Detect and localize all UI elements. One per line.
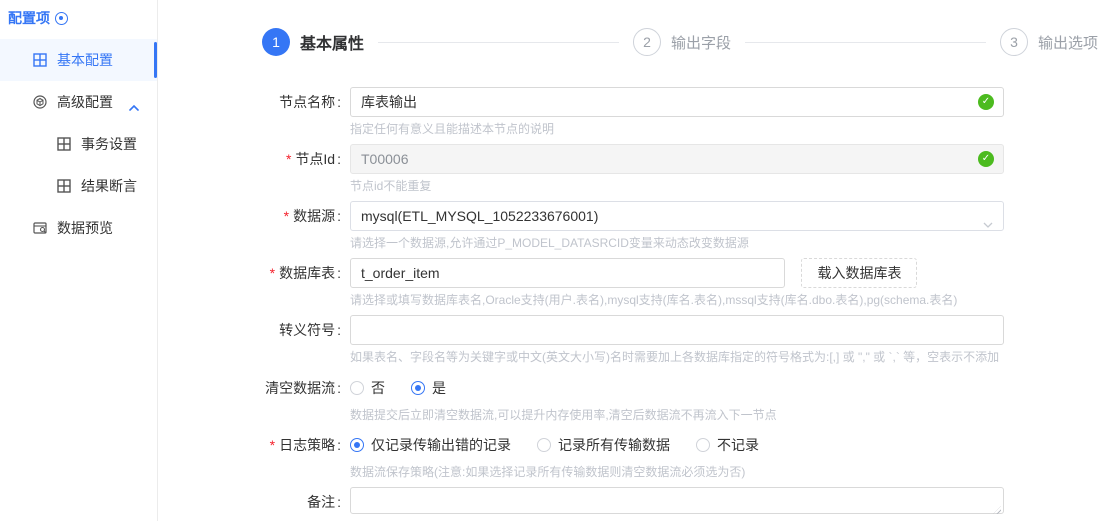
log-policy-help: 数据流保存策略(注意:如果选择记录所有传输数据则清空数据流必须选为否) [350, 465, 746, 479]
valid-check-icon: ✓ [978, 151, 994, 167]
clear-stream-radio-group: 否 是 [350, 373, 1098, 403]
sidebar-item-label: 数据预览 [57, 220, 113, 236]
node-config-form: 节点名称 ✓ 指定任何有意义且能描述本节点的说明 节点Id ✓ 节点id不能重复 [158, 87, 1098, 519]
node-name-label: 节点名称 [158, 87, 350, 137]
form-row-datasource: 数据源 mysql(ETL_MYSQL_1052233676001) 请选择一个… [158, 201, 1098, 251]
sidebar-item-label: 基本配置 [57, 52, 113, 68]
clear-stream-label: 清空数据流 [158, 373, 350, 423]
radio-icon [350, 381, 364, 395]
step-connector [745, 41, 986, 43]
step-connector [378, 41, 619, 43]
sidebar-item-result-assertion[interactable]: 结果断言 [0, 165, 157, 207]
valid-check-icon: ✓ [978, 94, 994, 110]
node-id-input [350, 144, 1004, 174]
form-row-remark: 备注 [158, 487, 1098, 519]
db-table-help: 请选择或填写数据库表名,Oracle支持(用户.表名),mysql支持(库名.表… [350, 293, 958, 307]
radio-icon [696, 438, 710, 452]
node-id-label: 节点Id [158, 144, 350, 194]
form-row-escape-symbol: 转义符号 如果表名、字段名等为关键字或中文(英文大小写)名时需要加上各数据库指定… [158, 315, 1098, 365]
node-id-help: 节点id不能重复 [350, 179, 432, 193]
config-sidebar: 配置项 基本配置 高级配置 事务设置 结果断言 数据预览 [0, 0, 158, 521]
remark-label: 备注 [158, 487, 350, 519]
sidebar-item-advanced-config[interactable]: 高级配置 [0, 81, 157, 123]
form-row-db-table: 数据库表 载入数据库表 请选择或填写数据库表名,Oracle支持(用户.表名),… [158, 258, 1098, 308]
sidebar-item-label: 事务设置 [81, 136, 137, 152]
form-row-log-policy: 日志策略 仅记录传输出错的记录 记录所有传输数据 不记录 [158, 430, 1098, 480]
radio-icon [350, 438, 364, 452]
form-row-node-name: 节点名称 ✓ 指定任何有意义且能描述本节点的说明 [158, 87, 1098, 137]
datasource-select[interactable]: mysql(ETL_MYSQL_1052233676001) [350, 201, 1004, 231]
datasource-help: 请选择一个数据源,允许通过P_MODEL_DATASRCID变量来动态改变数据源 [350, 236, 749, 250]
log-policy-option-none[interactable]: 不记录 [696, 435, 759, 455]
radio-label: 否 [371, 380, 385, 396]
preview-icon [33, 221, 47, 235]
step-basic-attributes[interactable]: 1 基本属性 [262, 28, 364, 56]
form-row-clear-stream: 清空数据流 否 是 数据提交后立即清空数据流,可以提升内存使用率,清空后数据流不… [158, 373, 1098, 423]
wizard-stepper: 1 基本属性 2 输出字段 3 输出选项 [158, 0, 1098, 58]
sidebar-item-basic-config[interactable]: 基本配置 [0, 39, 157, 81]
node-name-input[interactable] [350, 87, 1004, 117]
log-policy-option-errors-only[interactable]: 仅记录传输出错的记录 [350, 435, 511, 455]
sidebar-item-transaction-settings[interactable]: 事务设置 [0, 123, 157, 165]
grid-icon [57, 137, 71, 151]
datasource-label: 数据源 [158, 201, 350, 251]
radio-icon [411, 381, 425, 395]
radio-label: 仅记录传输出错的记录 [371, 437, 511, 453]
step-number: 1 [262, 28, 290, 56]
log-policy-label: 日志策略 [158, 430, 350, 480]
step-output-options[interactable]: 3 输出选项 [1000, 28, 1098, 56]
db-table-input[interactable] [350, 258, 785, 288]
radio-label: 是 [432, 380, 446, 396]
sidebar-title-label: 配置项 [8, 10, 50, 26]
remark-textarea[interactable] [350, 487, 1004, 514]
log-policy-radio-group: 仅记录传输出错的记录 记录所有传输数据 不记录 [350, 430, 1098, 460]
clear-stream-option-no[interactable]: 否 [350, 378, 385, 398]
chevron-up-icon[interactable] [129, 98, 139, 114]
clear-stream-option-yes[interactable]: 是 [411, 378, 446, 398]
form-row-node-id: 节点Id ✓ 节点id不能重复 [158, 144, 1098, 194]
step-number: 2 [633, 28, 661, 56]
datasource-selected-value: mysql(ETL_MYSQL_1052233676001) [361, 208, 599, 224]
grid-icon [57, 179, 71, 193]
radio-label: 记录所有传输数据 [558, 437, 670, 453]
escape-symbol-input[interactable] [350, 315, 1004, 345]
step-label: 输出选项 [1038, 34, 1098, 52]
sidebar-item-data-preview[interactable]: 数据预览 [0, 207, 157, 249]
grid-icon [33, 53, 47, 67]
log-policy-option-all-data[interactable]: 记录所有传输数据 [537, 435, 670, 455]
escape-symbol-help: 如果表名、字段名等为关键字或中文(英文大小写)名时需要加上各数据库指定的符号格式… [350, 350, 1000, 364]
sidebar-menu: 基本配置 高级配置 事务设置 结果断言 数据预览 [0, 39, 157, 249]
sidebar-item-label: 高级配置 [57, 94, 113, 110]
step-label: 输出字段 [671, 34, 732, 52]
cube-icon [33, 95, 47, 109]
sidebar-title: 配置项 [0, 0, 157, 34]
step-output-fields[interactable]: 2 输出字段 [633, 28, 731, 56]
escape-symbol-label: 转义符号 [158, 315, 350, 365]
target-icon [55, 11, 68, 25]
step-label: 基本属性 [300, 36, 365, 53]
sidebar-item-label: 结果断言 [81, 178, 137, 194]
radio-label: 不记录 [717, 437, 759, 453]
main-panel: 1 基本属性 2 输出字段 3 输出选项 节点名称 ✓ 指定任何有意义且能描述本… [158, 0, 1098, 521]
chevron-down-icon [983, 211, 993, 228]
node-name-help: 指定任何有意义且能描述本节点的说明 [350, 122, 555, 136]
clear-stream-help: 数据提交后立即清空数据流,可以提升内存使用率,清空后数据流不再流入下一节点 [350, 408, 777, 422]
step-number: 3 [1000, 28, 1028, 56]
db-table-label: 数据库表 [158, 258, 350, 308]
radio-icon [537, 438, 551, 452]
load-db-tables-button[interactable]: 载入数据库表 [801, 258, 918, 288]
